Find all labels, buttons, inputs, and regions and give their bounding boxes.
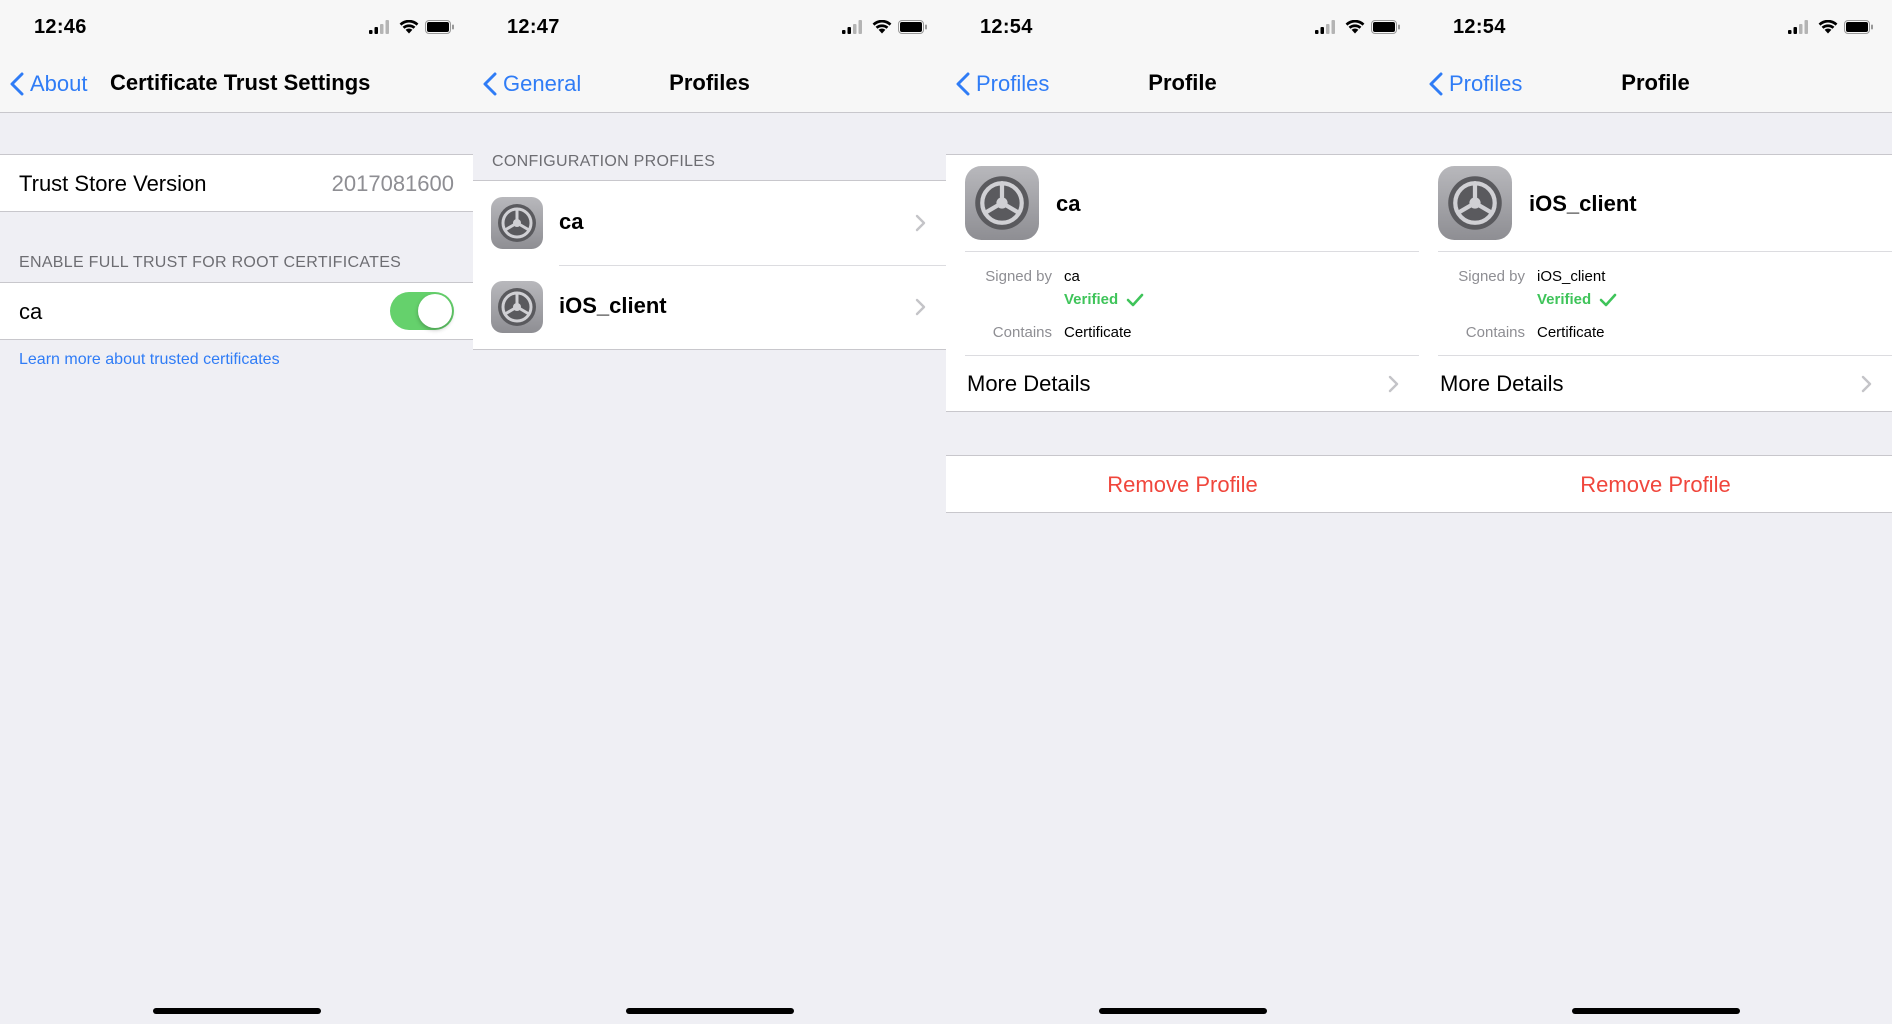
checkmark-icon: [1126, 293, 1144, 306]
contains-label: Contains: [1465, 324, 1525, 341]
navigation-bar: Profiles Profile: [946, 56, 1419, 113]
verified-label: Verified: [1064, 291, 1119, 308]
profile-name: ca: [559, 209, 584, 234]
remove-group: Remove Profile: [946, 455, 1419, 513]
remove-profile-button[interactable]: Remove Profile: [946, 472, 1419, 498]
navigation-bar: Profiles Profile: [1419, 56, 1892, 113]
more-details-label: More Details: [967, 371, 1091, 396]
status-bar: 12:46: [0, 0, 473, 56]
back-button[interactable]: About: [10, 70, 88, 98]
status-bar: 12:54: [946, 0, 1419, 56]
chevron-right-icon: [915, 298, 926, 316]
learn-more-link[interactable]: Learn more about trusted certificates: [19, 351, 280, 369]
contains-value: Certificate: [1064, 324, 1132, 341]
status-bar: 12:54: [1419, 0, 1892, 56]
cellular-signal-icon: [1315, 20, 1335, 34]
chevron-right-icon: [915, 214, 926, 232]
trust-store-group: Trust Store Version 2017081600: [0, 154, 473, 212]
battery-icon: [1371, 20, 1400, 34]
navigation-bar: General Profiles: [473, 56, 946, 113]
page-title: Profiles: [669, 70, 750, 95]
battery-icon: [1844, 20, 1873, 34]
cert-row-label: ca: [19, 299, 43, 324]
cellular-signal-icon: [369, 20, 389, 34]
divider: [965, 251, 1419, 252]
screen-profiles: 12:47 General Profiles CONFIGURATION PRO…: [473, 0, 946, 1024]
settings-gear-icon: [491, 197, 543, 249]
home-indicator: [1571, 1008, 1740, 1014]
remove-group: Remove Profile: [1419, 455, 1892, 513]
section-header: ENABLE FULL TRUST FOR ROOT CERTIFICATES: [19, 254, 402, 271]
battery-icon: [898, 20, 927, 34]
verified-status: Verified: [1537, 291, 1617, 308]
signed-by-value: ca: [1064, 268, 1080, 285]
divider: [1438, 251, 1892, 252]
back-button-label: About: [30, 71, 88, 96]
navigation-bar: About Certificate Trust Settings: [0, 56, 473, 113]
remove-profile-button[interactable]: Remove Profile: [1419, 472, 1892, 498]
settings-gear-icon: [965, 166, 1039, 240]
contains-label: Contains: [992, 324, 1052, 341]
cellular-signal-icon: [1788, 20, 1808, 34]
home-indicator: [152, 1008, 321, 1014]
signed-by-value: iOS_client: [1537, 268, 1606, 285]
verified-label: Verified: [1537, 291, 1592, 308]
profiles-list: ca iOS_client: [473, 180, 946, 350]
settings-gear-icon: [1438, 166, 1512, 240]
section-header: CONFIGURATION PROFILES: [492, 153, 716, 170]
more-details-label: More Details: [1440, 371, 1564, 396]
settings-gear-icon: [491, 281, 543, 333]
checkmark-icon: [1599, 293, 1617, 306]
chevron-left-icon: [10, 72, 24, 96]
profile-name: iOS_client: [559, 293, 667, 318]
list-item[interactable]: iOS_client: [473, 265, 946, 349]
more-details-row[interactable]: More Details: [1419, 356, 1892, 411]
profile-name: ca: [1056, 191, 1081, 216]
full-trust-toggle[interactable]: [390, 292, 454, 330]
status-bar: 12:47: [473, 0, 946, 56]
screen-certificate-trust-settings: 12:46 About Certificate Trust Settings T…: [0, 0, 473, 1024]
status-time: 12:47: [507, 16, 560, 38]
home-indicator: [625, 1008, 794, 1014]
verified-status: Verified: [1064, 291, 1144, 308]
toggle-knob: [418, 294, 452, 328]
screen-profile-ios-client: 12:54 Profiles Profile iOS_client Signed…: [1419, 0, 1892, 1024]
page-title: Certificate Trust Settings: [110, 70, 371, 95]
status-time: 12:54: [1453, 16, 1506, 38]
trust-store-label: Trust Store Version: [19, 171, 207, 196]
profile-info-group: ca Signed by ca Verified Contains Certif…: [946, 154, 1419, 412]
status-time: 12:46: [34, 16, 87, 38]
wifi-icon: [399, 20, 419, 34]
page-title: Profile: [1148, 70, 1217, 95]
cellular-signal-icon: [842, 20, 862, 34]
signed-by-label: Signed by: [1458, 268, 1525, 285]
page-title: Profile: [1621, 70, 1690, 95]
signed-by-label: Signed by: [985, 268, 1052, 285]
chevron-right-icon: [1861, 375, 1872, 393]
root-cert-group: ca: [0, 282, 473, 340]
profile-info-group: iOS_client Signed by iOS_client Verified…: [1419, 154, 1892, 412]
status-time: 12:54: [980, 16, 1033, 38]
trust-store-value: 2017081600: [331, 171, 454, 196]
list-item[interactable]: ca: [473, 181, 946, 265]
wifi-icon: [872, 20, 892, 34]
wifi-icon: [1818, 20, 1838, 34]
contains-value: Certificate: [1537, 324, 1605, 341]
wifi-icon: [1345, 20, 1365, 34]
more-details-row[interactable]: More Details: [946, 356, 1419, 411]
profile-name: iOS_client: [1529, 191, 1637, 216]
battery-icon: [425, 20, 454, 34]
home-indicator: [1098, 1008, 1267, 1014]
chevron-right-icon: [1388, 375, 1399, 393]
screen-profile-ca: 12:54 Profiles Profile ca Signed by ca V…: [946, 0, 1419, 1024]
